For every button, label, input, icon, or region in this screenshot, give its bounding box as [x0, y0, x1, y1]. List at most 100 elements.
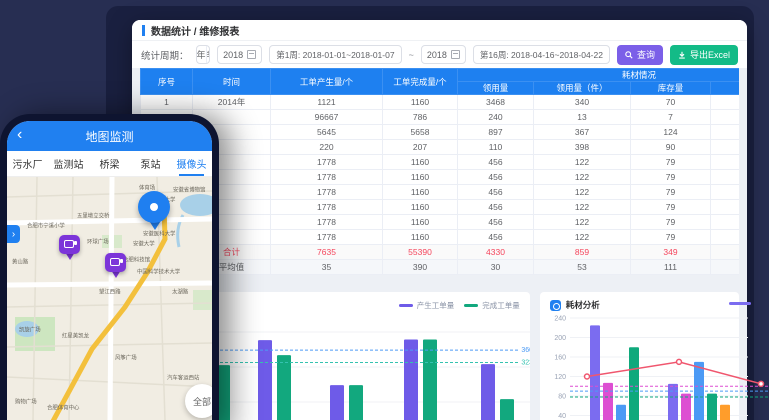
- app-tab-bar: 污水厂监测站桥梁泵站摄像头: [7, 151, 212, 177]
- bar-产生工单量: [404, 339, 418, 420]
- bar-产生工单量: [481, 364, 495, 420]
- table-cell: 124: [631, 125, 711, 140]
- total-table-row: 合计763555390433085934933: [141, 245, 740, 260]
- sub-header: 入库量: [711, 82, 740, 95]
- camera-icon: [105, 253, 126, 272]
- trend-line: [587, 362, 761, 384]
- legend-item[interactable]: 产生工单量: [399, 300, 455, 311]
- period-segmented-control: 年季月周日: [196, 45, 211, 64]
- camera-pin[interactable]: [105, 253, 127, 281]
- consumables-chart-title: 耗材分析: [566, 299, 600, 311]
- back-icon[interactable]: ‹: [17, 125, 22, 145]
- calendar-icon: [247, 50, 256, 59]
- app-tab-污水厂[interactable]: 污水厂: [7, 151, 48, 176]
- week-to-field[interactable]: 第16周: 2018-04-16~2018-04-22: [473, 45, 610, 64]
- bar-系列5: [720, 405, 730, 420]
- table-cell: 129: [711, 125, 740, 140]
- table-cell: 67: [711, 200, 740, 215]
- export-excel-button[interactable]: 导出Excel: [670, 45, 738, 65]
- map-graphics: [7, 177, 212, 420]
- y-tick-label: 40: [558, 413, 566, 420]
- table-cell: 367: [534, 125, 631, 140]
- report-table: 序号 时间 工单产生量/个 工单完成量/个 耗材情况 领用量领用量（件）库存量入…: [140, 68, 739, 275]
- table-row: 9177811604561227967: [141, 215, 740, 230]
- selected-camera-pin[interactable]: [138, 191, 172, 235]
- table-cell: 1160: [383, 230, 458, 245]
- bar-系列3: [616, 405, 626, 420]
- map-place-label: 合肥科技馆: [123, 255, 150, 263]
- query-button[interactable]: 查询: [617, 45, 663, 65]
- app-tab-泵站[interactable]: 泵站: [130, 151, 171, 176]
- col-header-consumables-group: 耗材情况: [458, 69, 740, 82]
- map-place-label: 红星美凯龙: [62, 331, 89, 339]
- table-cell: 7635: [271, 245, 383, 260]
- map-view[interactable]: 体育场安徽农业大学安徽省博物馆五里墩立交桥合肥市宁溪小学安徽医科大学环球广场安徽…: [7, 177, 212, 420]
- sub-header: 领用量: [458, 82, 534, 95]
- app-tab-桥梁[interactable]: 桥梁: [89, 151, 130, 176]
- show-all-button[interactable]: 全部: [185, 384, 212, 418]
- map-place-label: 安徽大学: [133, 239, 155, 247]
- table-cell: 19: [711, 140, 740, 155]
- phone-screen: ‹ 地图监测 污水厂监测站桥梁泵站摄像头: [7, 121, 212, 420]
- filter-bar: 统计周期： 年季月周日 2018 第1周: 2018-01-01~2018-01…: [132, 41, 747, 68]
- bar-产生工单量: [330, 385, 344, 420]
- table-cell: 79: [631, 215, 711, 230]
- app-header: ‹ 地图监测: [7, 121, 212, 151]
- table-cell: 1778: [271, 230, 383, 245]
- workorder-chart-legend: 产生工单量完成工单量: [399, 300, 520, 311]
- table-row: 7177811604561227967: [141, 185, 740, 200]
- chart-icon: [550, 300, 561, 311]
- table-cell: 122: [534, 155, 631, 170]
- map-place-label: 凯旋广场: [19, 325, 41, 333]
- table-cell: 456: [458, 200, 534, 215]
- breadcrumb-accent: [142, 25, 145, 36]
- y-tick-label: 120: [554, 374, 566, 381]
- period-option-年[interactable]: 年: [197, 46, 206, 63]
- map-place-label: 风筝广场: [115, 353, 137, 361]
- table-row: 5177811604561227967: [141, 155, 740, 170]
- camera-pin[interactable]: [59, 235, 81, 263]
- table-cell: 1778: [271, 155, 383, 170]
- expand-panel-button[interactable]: ›: [7, 225, 20, 243]
- map-place-label: 购物广场: [15, 397, 37, 405]
- app-tab-监测站[interactable]: 监测站: [48, 151, 89, 176]
- table-cell: 1160: [383, 170, 458, 185]
- app-tab-摄像头[interactable]: 摄像头: [171, 151, 212, 176]
- trend-point: [676, 359, 681, 364]
- report-table-wrap: 序号 时间 工单产生量/个 工单完成量/个 耗材情况 领用量领用量（件）库存量入…: [140, 68, 739, 275]
- legend-item[interactable]: 完成工单量: [464, 300, 520, 311]
- table-cell: 5645: [271, 125, 383, 140]
- table-row: 6177811604561227967: [141, 170, 740, 185]
- consumables-legend-cut: [729, 302, 751, 305]
- table-cell: 897: [458, 125, 534, 140]
- table-cell: 122: [534, 215, 631, 230]
- year-from-select[interactable]: 2018: [217, 45, 262, 64]
- bar-完成工单量: [500, 399, 514, 420]
- reference-label: 323: [521, 359, 529, 366]
- table-row: 356455658897367124129: [141, 125, 740, 140]
- bar-系列4: [629, 347, 639, 420]
- table-cell: 1: [141, 95, 193, 110]
- table-cell: 67: [711, 230, 740, 245]
- table-cell: 30: [458, 260, 534, 275]
- table-cell: 111: [631, 260, 711, 275]
- table-cell: 122: [534, 170, 631, 185]
- table-cell: 1160: [383, 155, 458, 170]
- week-from-field[interactable]: 第1周: 2018-01-01~2018-01-07: [269, 45, 401, 64]
- table-row: 8177811604561227967: [141, 200, 740, 215]
- table-row: 12014年11211160346834070250: [141, 95, 740, 110]
- table-cell: 349: [631, 245, 711, 260]
- consumables-bar-line-chart: 2402001601208040: [540, 292, 769, 420]
- table-cell: 67: [711, 185, 740, 200]
- breadcrumb: 数据统计 / 维修报表: [132, 20, 747, 41]
- year-to-select[interactable]: 2018: [421, 45, 466, 64]
- table-cell: 207: [383, 140, 458, 155]
- table-cell: 33: [711, 245, 740, 260]
- table-cell: 67: [711, 215, 740, 230]
- year-from-value: 2018: [223, 50, 243, 60]
- bar-系列2: [603, 383, 613, 420]
- charts-row: 产生工单量完成工单量 360323 耗材分析 2402001601208040: [140, 292, 739, 420]
- table-cell: 70: [631, 95, 711, 110]
- period-option-季[interactable]: 季: [206, 46, 211, 63]
- map-place-label: 五里墩立交桥: [77, 211, 109, 219]
